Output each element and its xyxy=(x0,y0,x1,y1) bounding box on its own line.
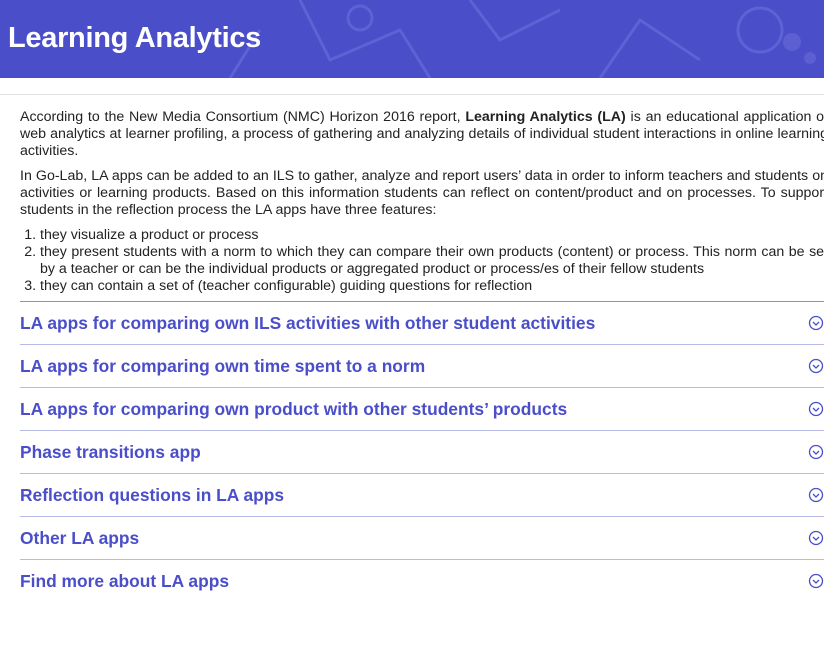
chevron-down-circle-icon[interactable] xyxy=(808,530,824,546)
accordion-item-phase-transitions[interactable]: Phase transitions app xyxy=(20,430,824,473)
chevron-down-circle-icon[interactable] xyxy=(808,358,824,374)
accordion-item-time-spent[interactable]: LA apps for comparing own time spent to … xyxy=(20,344,824,387)
feature-item: they visualize a product or process xyxy=(40,227,824,244)
accordion-item-label: Find more about LA apps xyxy=(20,570,230,591)
chevron-down-circle-icon[interactable] xyxy=(808,487,824,503)
header-banner: Learning Analytics xyxy=(0,0,824,78)
chevron-down-circle-icon[interactable] xyxy=(808,315,824,331)
intro-text-start: According to the New Media Consortium (N… xyxy=(20,109,466,125)
accordion-item-products[interactable]: LA apps for comparing own product with o… xyxy=(20,387,824,430)
accordion-item-ils-activities[interactable]: LA apps for comparing own ILS activities… xyxy=(20,301,824,344)
chevron-down-circle-icon[interactable] xyxy=(808,573,824,589)
header-divider xyxy=(0,78,824,95)
feature-item: they can contain a set of (teacher confi… xyxy=(40,278,824,295)
accordion-item-find-more[interactable]: Find more about LA apps xyxy=(20,559,824,602)
intro-paragraph-2: In Go-Lab, LA apps can be added to an IL… xyxy=(20,168,824,218)
intro-paragraph-1: According to the New Media Consortium (N… xyxy=(20,109,824,160)
accordion-item-label: LA apps for comparing own time spent to … xyxy=(20,355,426,376)
page-title: Learning Analytics xyxy=(8,22,261,54)
accordion-item-other-apps[interactable]: Other LA apps xyxy=(20,516,824,559)
feature-item: they present students with a norm to whi… xyxy=(40,244,824,278)
accordion-item-label: LA apps for comparing own ILS activities… xyxy=(20,312,596,333)
accordion-item-label: Reflection questions in LA apps xyxy=(20,484,285,505)
main-content: According to the New Media Consortium (N… xyxy=(0,109,824,602)
accordion-item-label: LA apps for comparing own product with o… xyxy=(20,398,568,419)
accordion-item-reflection-questions[interactable]: Reflection questions in LA apps xyxy=(20,473,824,516)
accordion: LA apps for comparing own ILS activities… xyxy=(20,301,824,602)
intro-bold-term: Learning Analytics (LA) xyxy=(465,109,626,125)
features-list: they visualize a product or process they… xyxy=(20,227,824,295)
accordion-item-label: Other LA apps xyxy=(20,527,140,548)
chevron-down-circle-icon[interactable] xyxy=(808,401,824,417)
accordion-item-label: Phase transitions app xyxy=(20,441,201,462)
chevron-down-circle-icon[interactable] xyxy=(808,444,824,460)
